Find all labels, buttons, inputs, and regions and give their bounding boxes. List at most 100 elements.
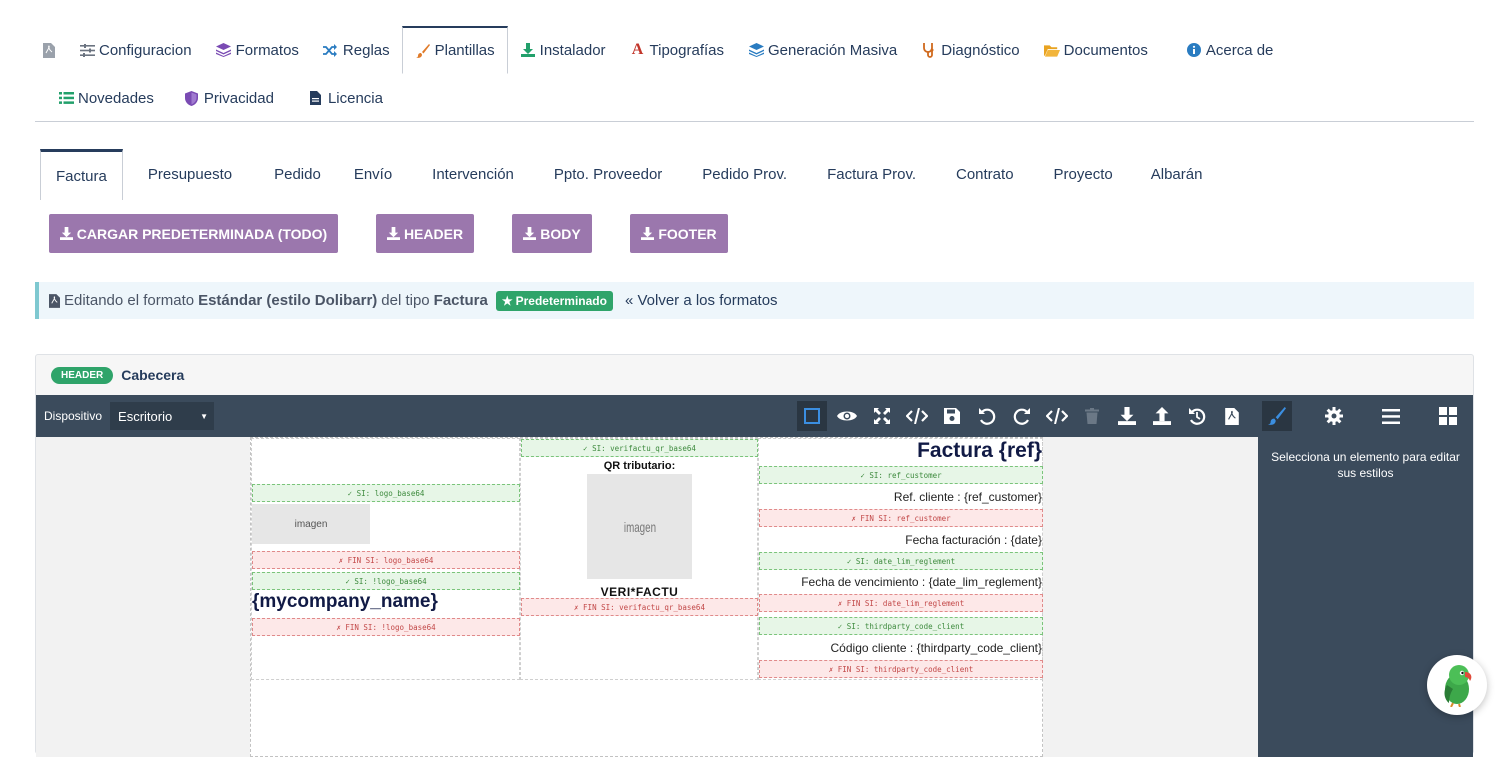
history-button[interactable] (1182, 401, 1212, 431)
condition-end-tag[interactable]: ✗ FIN SI: thirdparty_code_client (759, 660, 1043, 678)
doc-tab-intervencion[interactable]: Intervención (411, 149, 533, 200)
type-name: Factura (433, 292, 488, 309)
nav-tab-privacidad[interactable]: Privacidad (166, 78, 286, 118)
nav-tab-label: Documentos (1063, 41, 1148, 59)
pdf-preview-button[interactable] (1217, 401, 1247, 431)
doc-tab-proyecto[interactable]: Proyecto (1033, 149, 1132, 200)
nav-tab-licencia[interactable]: Licencia (286, 78, 395, 118)
assistant-parrot-button[interactable] (1427, 655, 1487, 715)
nav-tab-reglas[interactable]: Reglas (311, 26, 402, 74)
fullscreen-icon (874, 408, 890, 424)
fullscreen-button[interactable] (867, 401, 897, 431)
load-footer-button[interactable]: FOOTER (630, 214, 728, 253)
condition-start-tag[interactable]: ✓ SI: ref_customer (759, 466, 1043, 484)
company-name-text[interactable]: {mycompany_name} (252, 591, 438, 613)
button-label: CARGAR PREDETERMINADA (TODO) (76, 225, 328, 242)
nav-tab-instalador[interactable]: Instalador (508, 26, 618, 74)
delete-button[interactable] (1077, 401, 1107, 431)
placeholder-label: imagen (623, 518, 656, 535)
doc-tab-factura[interactable]: Factura (40, 149, 123, 200)
condition-start-tag[interactable]: ✓ SI: date_lim_reglement (759, 552, 1043, 570)
save-icon (944, 408, 960, 424)
doc-tab-contrato[interactable]: Contrato (935, 149, 1033, 200)
load-body-button[interactable]: BODY (512, 214, 592, 253)
load-default-all-button[interactable]: CARGAR PREDETERMINADA (TODO) (49, 214, 338, 253)
nav-tab-label: Novedades (78, 89, 154, 107)
condition-end-tag[interactable]: ✗ FIN SI: logo_base64 (252, 551, 520, 569)
doc-tab-ppto-proveedor[interactable]: Ppto. Proveedor (533, 149, 681, 200)
condition-start-tag[interactable]: ✓ SI: thirdparty_code_client (759, 617, 1043, 635)
qr-image-placeholder[interactable]: imagen (587, 474, 692, 579)
pdf-file-icon (49, 293, 60, 308)
info-middle: del tipo (381, 292, 430, 309)
history-icon (1189, 408, 1206, 425)
due-date-line[interactable]: Fecha de vencimiento : {date_lim_regleme… (801, 575, 1042, 589)
nav-tab-novedades[interactable]: Novedades (46, 78, 166, 118)
grid-icon (1439, 407, 1457, 425)
client-code-line[interactable]: Código cliente : {thirdparty_code_client… (831, 641, 1042, 655)
device-select[interactable]: Escritorio ▼ (110, 402, 215, 430)
nav-tab-configuracion[interactable]: Configuracion (67, 26, 204, 74)
doc-tab-pedido[interactable]: Pedido (251, 149, 340, 200)
doc-tab-presupuesto[interactable]: Presupuesto (123, 149, 251, 200)
editor-canvas[interactable]: ✓ SI: logo_base64 imagen ✗ FIN SI: logo_… (36, 437, 1258, 757)
header-right-column[interactable]: Factura {ref} ✓ SI: ref_customer Ref. cl… (758, 438, 1043, 680)
nav-tab-diagnostico[interactable]: Diagnóstico (909, 26, 1031, 74)
layers-button[interactable] (1376, 401, 1406, 431)
download-icon (520, 42, 536, 58)
nav-tab-tipografias[interactable]: A Tipografías (618, 26, 736, 74)
button-label: FOOTER (658, 225, 717, 242)
format-name: Estándar (estilo Dolibarr) (198, 292, 378, 309)
paintbrush-icon (1268, 407, 1286, 425)
invoice-title[interactable]: Factura {ref} (917, 439, 1042, 463)
condition-end-tag[interactable]: ✗ FIN SI: date_lim_reglement (759, 594, 1043, 612)
save-button[interactable] (937, 401, 967, 431)
condition-start-tag[interactable]: ✓ SI: logo_base64 (252, 484, 520, 502)
download-button[interactable] (1112, 401, 1142, 431)
nav-tab-plantillas[interactable]: Plantillas (401, 26, 508, 74)
view-code-button[interactable] (902, 401, 932, 431)
qr-title-text[interactable]: QR tributario: (521, 460, 758, 472)
caret-down-icon: ▼ (200, 411, 209, 421)
code-icon (906, 408, 928, 424)
style-manager-button[interactable] (1262, 401, 1292, 431)
condition-end-tag[interactable]: ✗ FIN SI: ref_customer (759, 509, 1043, 527)
condition-start-tag[interactable]: ✓ SI: verifactu_qr_base64 (521, 439, 758, 457)
back-to-formats-link[interactable]: « Volver a los formatos (625, 292, 778, 309)
invoice-date-line[interactable]: Fecha facturación : {date} (905, 533, 1042, 547)
load-header-button[interactable]: HEADER (376, 214, 474, 253)
condition-end-tag[interactable]: ✗ FIN SI: verifactu_qr_base64 (521, 598, 758, 616)
editor-toolbar: Dispositivo Escritorio ▼ (36, 395, 1473, 437)
show-borders-button[interactable] (797, 401, 827, 431)
preview-button[interactable] (832, 401, 862, 431)
trash-icon (1085, 408, 1099, 424)
doc-tab-factura-prov[interactable]: Factura Prov. (806, 149, 935, 200)
paintbrush-icon (415, 43, 431, 59)
nav-tab-label: Plantillas (434, 42, 495, 59)
doc-tab-pedido-prov[interactable]: Pedido Prov. (681, 149, 806, 200)
undo-button[interactable] (972, 401, 1002, 431)
nav-tab-label: Reglas (342, 41, 390, 59)
header-middle-column[interactable]: ✓ SI: verifactu_qr_base64 QR tributario:… (520, 438, 758, 680)
pdf-file-icon (1225, 407, 1239, 425)
verifactu-text[interactable]: VERI*FACTU (521, 585, 758, 599)
download-icon (386, 227, 400, 240)
ref-customer-line[interactable]: Ref. cliente : {ref_customer} (894, 490, 1042, 504)
condition-end-tag[interactable]: ✗ FIN SI: !logo_base64 (252, 618, 520, 636)
import-code-button[interactable] (1042, 401, 1072, 431)
nav-tab-pdf[interactable] (35, 26, 67, 74)
nav-tab-documentos[interactable]: Documentos (1032, 26, 1174, 74)
doc-tab-albaran[interactable]: Albarán (1132, 149, 1222, 200)
blocks-button[interactable] (1433, 401, 1463, 431)
nav-tab-generacion-masiva[interactable]: Generación Masiva (736, 26, 909, 74)
redo-button[interactable] (1007, 401, 1037, 431)
logo-image-placeholder[interactable]: imagen (252, 504, 370, 544)
nav-tab-formatos[interactable]: Formatos (204, 26, 311, 74)
upload-button[interactable] (1147, 401, 1177, 431)
condition-start-tag[interactable]: ✓ SI: !logo_base64 (252, 572, 520, 590)
nav-tab-acerca-de[interactable]: Acerca de (1174, 26, 1286, 74)
info-prefix: Editando el formato (64, 292, 195, 309)
doc-tab-envio[interactable]: Envío (340, 149, 411, 200)
header-left-column[interactable]: ✓ SI: logo_base64 imagen ✗ FIN SI: logo_… (251, 438, 520, 680)
settings-button[interactable] (1319, 401, 1349, 431)
